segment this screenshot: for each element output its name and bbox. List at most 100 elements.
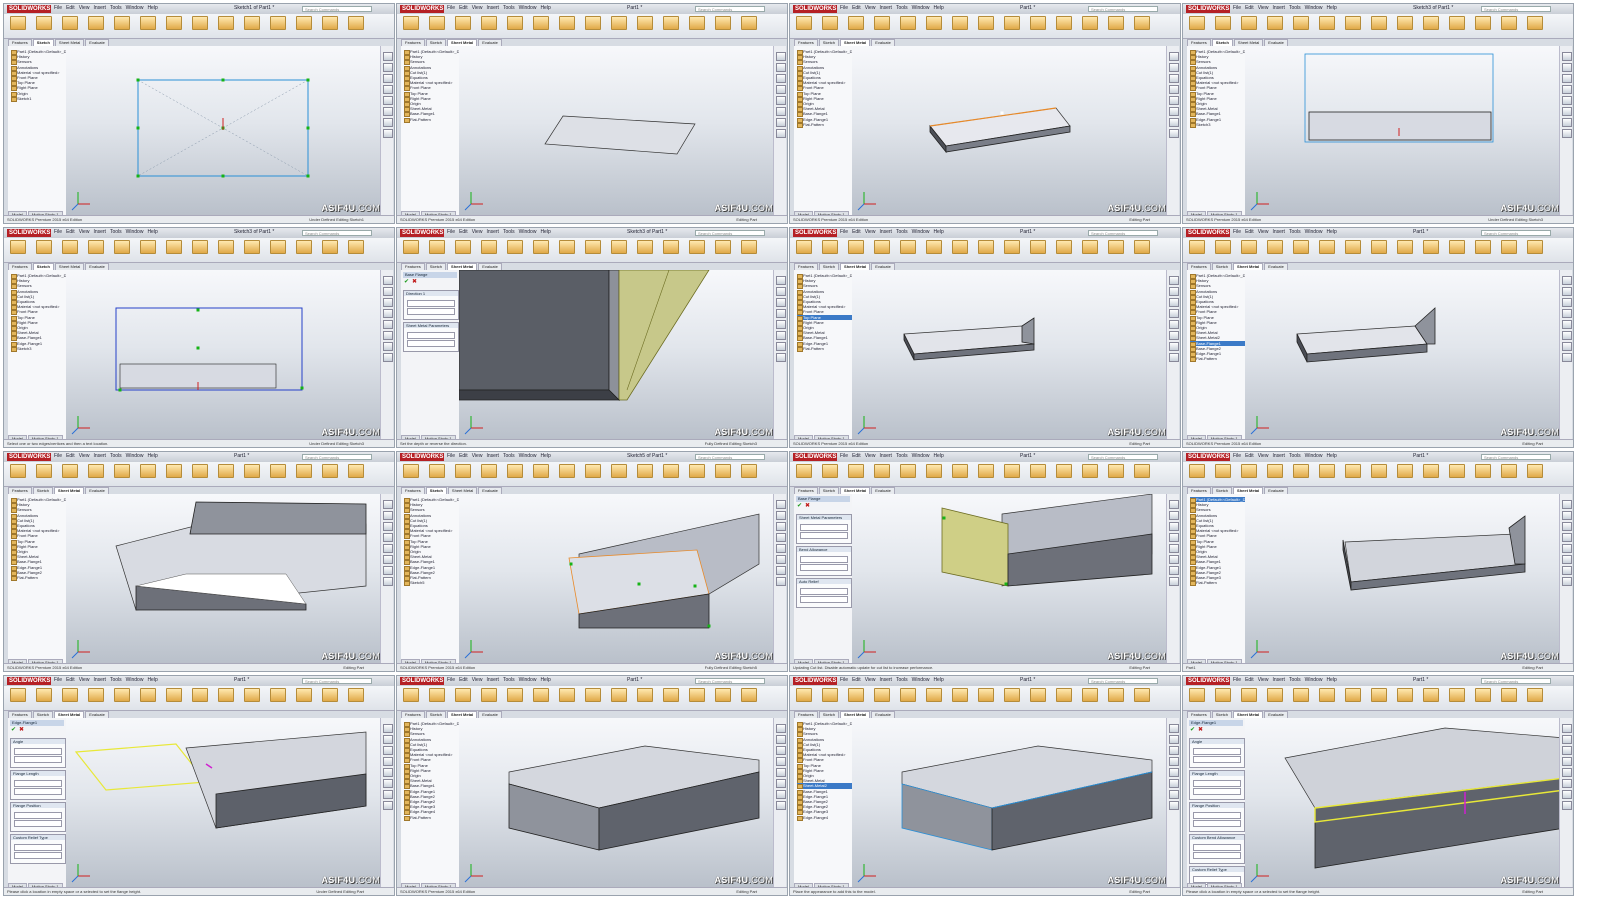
menu-item-view[interactable]: View <box>865 229 876 235</box>
solidworks-logo[interactable]: SOLIDWORKS <box>400 677 444 685</box>
task-pane-icon[interactable] <box>383 353 393 362</box>
menu-item-file[interactable]: File <box>447 453 455 459</box>
task-pane-icon[interactable] <box>383 276 393 285</box>
task-pane-icon[interactable] <box>383 52 393 61</box>
menu-item-help[interactable]: Help <box>540 453 550 459</box>
command-icon[interactable] <box>322 16 338 30</box>
command-icon[interactable] <box>1527 240 1543 254</box>
command-icon[interactable] <box>663 464 679 478</box>
graphics-area[interactable] <box>852 494 1166 664</box>
command-icon[interactable] <box>1215 464 1231 478</box>
command-icon[interactable] <box>741 240 757 254</box>
graphics-area[interactable] <box>852 270 1166 440</box>
command-icon[interactable] <box>848 16 864 30</box>
task-pane-icon[interactable] <box>383 287 393 296</box>
command-icon[interactable] <box>637 688 653 702</box>
command-icon[interactable] <box>1134 240 1150 254</box>
task-pane-icon[interactable] <box>1169 735 1179 744</box>
ok-icon[interactable]: ✔ <box>404 279 409 285</box>
task-pane-icon[interactable] <box>776 342 786 351</box>
task-pane-icon[interactable] <box>776 63 786 72</box>
command-icon[interactable] <box>1397 464 1413 478</box>
command-icon[interactable] <box>1056 240 1072 254</box>
property-field[interactable] <box>407 308 455 315</box>
menu-item-edit[interactable]: Edit <box>852 453 861 459</box>
property-section-header[interactable]: Sheet Metal Parameters <box>797 515 851 520</box>
command-icon[interactable] <box>192 16 208 30</box>
command-icon[interactable] <box>1293 16 1309 30</box>
search-commands-input[interactable]: Search Commands <box>1088 678 1158 684</box>
command-icon[interactable] <box>926 16 942 30</box>
solidworks-logo[interactable]: SOLIDWORKS <box>793 453 837 461</box>
menu-item-edit[interactable]: Edit <box>852 229 861 235</box>
search-commands-input[interactable]: Search Commands <box>695 454 765 460</box>
task-pane-icon[interactable] <box>1169 522 1179 531</box>
search-commands-input[interactable]: Search Commands <box>1088 454 1158 460</box>
command-icon[interactable] <box>663 16 679 30</box>
menu-item-help[interactable]: Help <box>1326 677 1336 683</box>
model-view[interactable] <box>459 270 773 440</box>
task-pane-icon[interactable] <box>1169 544 1179 553</box>
menu-item-help[interactable]: Help <box>933 229 943 235</box>
property-field[interactable] <box>14 780 62 787</box>
menu-item-view[interactable]: View <box>472 453 483 459</box>
menu-item-edit[interactable]: Edit <box>66 453 75 459</box>
search-commands-input[interactable]: Search Commands <box>302 6 372 12</box>
property-field[interactable] <box>407 340 455 347</box>
command-icon[interactable] <box>952 464 968 478</box>
task-pane-icon[interactable] <box>1562 276 1572 285</box>
task-pane-icon[interactable] <box>1169 298 1179 307</box>
command-icon[interactable] <box>1267 688 1283 702</box>
task-pane-icon[interactable] <box>776 107 786 116</box>
command-icon[interactable] <box>429 16 445 30</box>
menu-item-window[interactable]: Window <box>126 229 144 235</box>
property-section-header[interactable]: Bend Allowance <box>797 547 851 552</box>
search-commands-input[interactable]: Search Commands <box>1088 230 1158 236</box>
search-commands-input[interactable]: Search Commands <box>695 230 765 236</box>
command-icon[interactable] <box>822 16 838 30</box>
command-icon[interactable] <box>611 688 627 702</box>
menu-item-tools[interactable]: Tools <box>110 5 122 11</box>
menu-item-window[interactable]: Window <box>126 5 144 11</box>
command-icon[interactable] <box>1501 240 1517 254</box>
menu-item-edit[interactable]: Edit <box>1245 5 1254 11</box>
task-pane-icon[interactable] <box>1169 331 1179 340</box>
command-icon[interactable] <box>244 240 260 254</box>
property-field[interactable] <box>1193 748 1241 755</box>
command-icon[interactable] <box>348 464 364 478</box>
command-icon[interactable] <box>481 16 497 30</box>
task-pane-icon[interactable] <box>1169 276 1179 285</box>
command-icon[interactable] <box>1319 16 1335 30</box>
solidworks-logo[interactable]: SOLIDWORKS <box>1186 677 1230 685</box>
task-pane-icon[interactable] <box>776 500 786 509</box>
task-pane-icon[interactable] <box>1169 118 1179 127</box>
task-pane-icon[interactable] <box>776 74 786 83</box>
property-section-header[interactable]: Auto Relief <box>797 579 851 584</box>
command-icon[interactable] <box>192 688 208 702</box>
command-icon[interactable] <box>559 240 575 254</box>
graphics-area[interactable] <box>66 270 380 440</box>
menu-item-insert[interactable]: Insert <box>93 5 106 11</box>
command-icon[interactable] <box>1030 688 1046 702</box>
solidworks-logo[interactable]: SOLIDWORKS <box>1186 5 1230 13</box>
solidworks-logo[interactable]: SOLIDWORKS <box>400 453 444 461</box>
menu-item-insert[interactable]: Insert <box>486 229 499 235</box>
command-icon[interactable] <box>1319 464 1335 478</box>
task-pane-icon[interactable] <box>776 801 786 810</box>
menu-item-view[interactable]: View <box>79 5 90 11</box>
property-field[interactable] <box>14 748 62 755</box>
task-pane-icon[interactable] <box>383 735 393 744</box>
property-section-header[interactable]: Custom Bend Allowance <box>1190 835 1244 840</box>
menu-item-view[interactable]: View <box>79 229 90 235</box>
menu-item-insert[interactable]: Insert <box>1272 677 1285 683</box>
property-field[interactable] <box>407 332 455 339</box>
command-icon[interactable] <box>114 240 130 254</box>
menu-item-help[interactable]: Help <box>540 677 550 683</box>
task-pane-icon[interactable] <box>383 577 393 586</box>
search-commands-input[interactable]: Search Commands <box>302 230 372 236</box>
command-icon[interactable] <box>1004 16 1020 30</box>
command-icon[interactable] <box>1371 464 1387 478</box>
task-pane-icon[interactable] <box>1562 511 1572 520</box>
solidworks-logo[interactable]: SOLIDWORKS <box>793 677 837 685</box>
solidworks-logo[interactable]: SOLIDWORKS <box>1186 453 1230 461</box>
